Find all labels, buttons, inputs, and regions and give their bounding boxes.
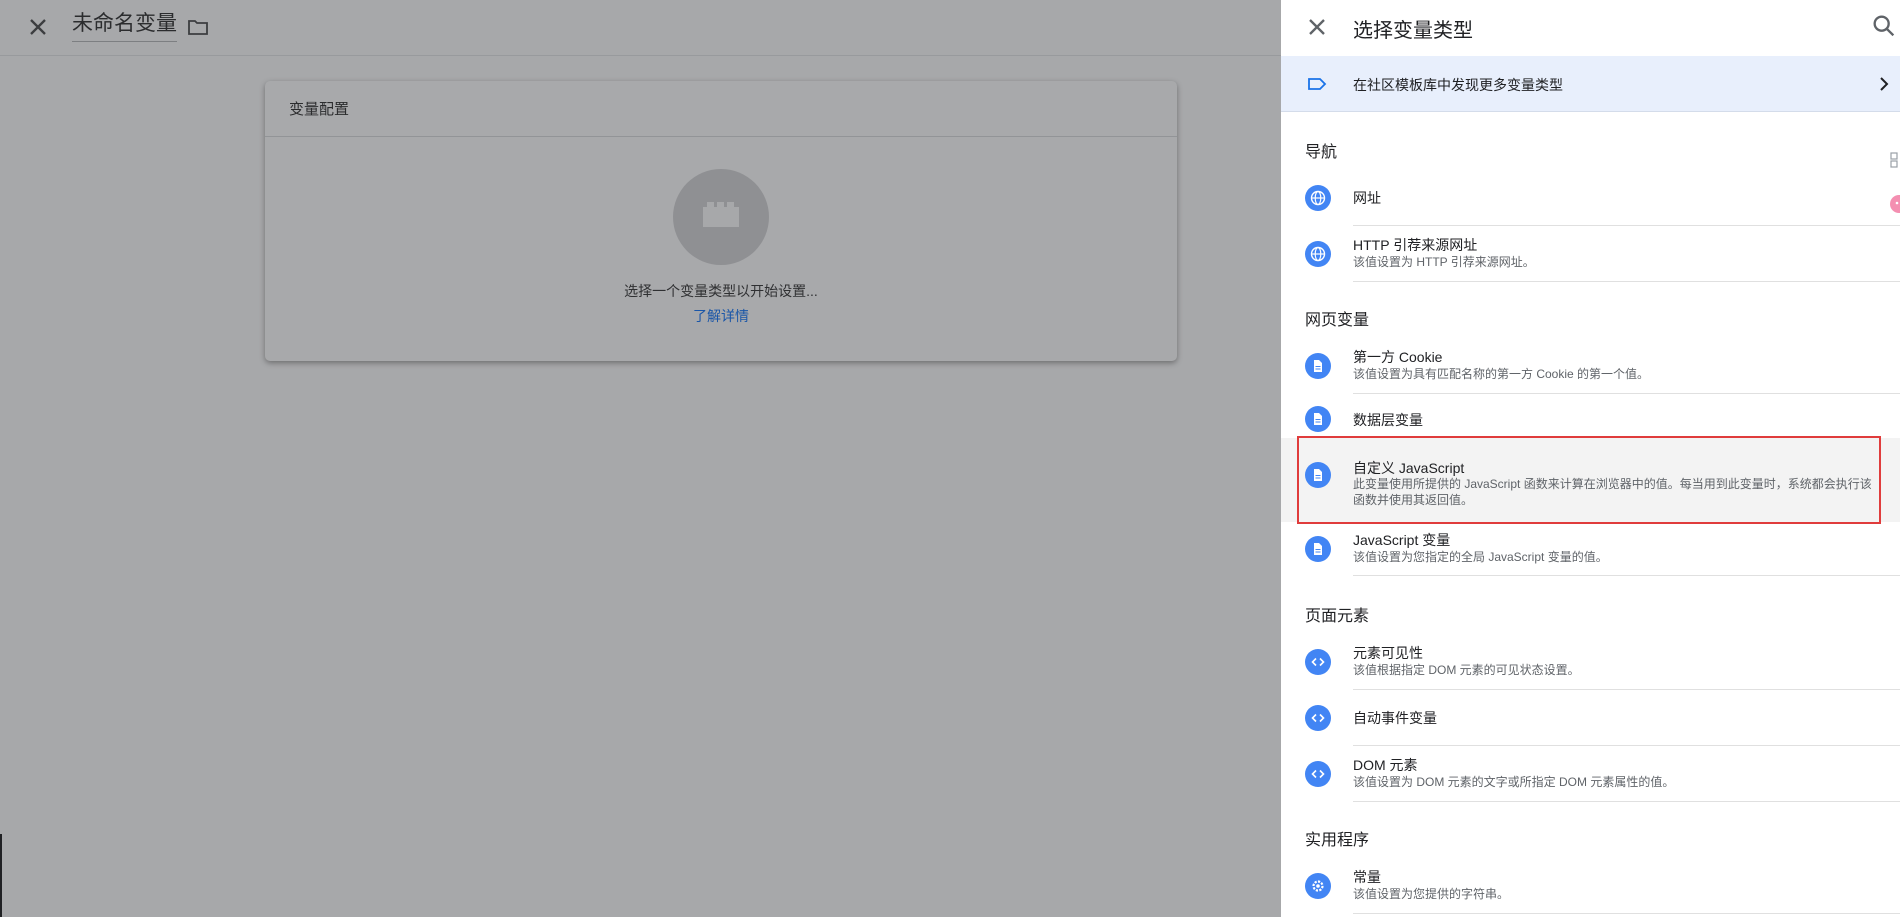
document-icon xyxy=(1305,353,1331,379)
folder-icon[interactable] xyxy=(186,15,210,39)
chevron-right-icon xyxy=(1880,77,1889,91)
type-item-title: DOM 元素 xyxy=(1353,757,1418,773)
code-icon xyxy=(1305,649,1331,675)
type-item-title: 数据层变量 xyxy=(1353,412,1423,428)
variable-name-field[interactable]: 未命名变量 xyxy=(72,11,177,42)
card-title: 变量配置 xyxy=(265,81,1177,137)
label-tag-icon xyxy=(1308,78,1327,90)
section-page-elements: 页面元素 xyxy=(1305,608,1370,625)
type-item-title: 自定义 JavaScript xyxy=(1353,460,1465,476)
type-item-title: JavaScript 变量 xyxy=(1353,532,1451,548)
qr-code-icon[interactable] xyxy=(1888,150,1900,170)
divider xyxy=(1353,913,1900,914)
type-item-desc: 该值设置为您指定的全局 JavaScript 变量的值。 xyxy=(1353,550,1608,564)
type-item-javascript-variable[interactable]: JavaScript 变量 该值设置为您指定的全局 JavaScript 变量的… xyxy=(1281,522,1900,576)
variable-editor-overlay[interactable]: 未命名变量 变量配置 选择一个变量类型以开始设置... 了解详情 xyxy=(0,0,1281,917)
section-page-variables: 网页变量 xyxy=(1305,312,1370,329)
type-item-desc: 该值设置为 HTTP 引荐来源网址。 xyxy=(1353,255,1535,269)
globe-icon xyxy=(1305,241,1331,267)
globe-icon xyxy=(1305,185,1331,211)
close-icon[interactable] xyxy=(24,13,52,41)
community-gallery-label: 在社区模板库中发现更多变量类型 xyxy=(1353,77,1563,93)
type-item-desc: 该值设置为您提供的字符串。 xyxy=(1353,887,1510,901)
type-item-url[interactable]: 网址 xyxy=(1281,170,1900,226)
divider xyxy=(1353,281,1900,282)
type-item-title: 网址 xyxy=(1353,190,1381,206)
type-item-custom-javascript[interactable]: 自定义 JavaScript 此变量使用所提供的 JavaScript 函数来计… xyxy=(1281,438,1900,522)
type-item-auto-event-variable[interactable]: 自动事件变量 xyxy=(1281,690,1900,746)
window-edge xyxy=(0,834,2,917)
code-icon xyxy=(1305,761,1331,787)
type-item-desc: 此变量使用所提供的 JavaScript 函数来计算在浏览器中的值。每当用到此变… xyxy=(1353,477,1872,507)
type-item-title: 自动事件变量 xyxy=(1353,710,1437,726)
variable-type-panel: 选择变量类型 在社区模板库中发现更多变量类型 导航 网址 HTTP 引荐来源网址… xyxy=(1281,0,1900,917)
panel-title: 选择变量类型 xyxy=(1353,20,1473,42)
type-item-title: HTTP 引荐来源网址 xyxy=(1353,237,1478,253)
gear-icon xyxy=(1305,873,1331,899)
type-item-desc: 该值根据指定 DOM 元素的可见状态设置。 xyxy=(1353,663,1580,677)
type-item-title: 元素可见性 xyxy=(1353,645,1423,661)
panel-header: 选择变量类型 xyxy=(1281,0,1900,56)
community-gallery-banner[interactable]: 在社区模板库中发现更多变量类型 xyxy=(1281,56,1900,112)
divider xyxy=(1353,575,1900,576)
type-item-title: 常量 xyxy=(1353,869,1381,885)
search-icon[interactable] xyxy=(1870,12,1898,40)
document-icon xyxy=(1305,462,1331,488)
editor-topbar: 未命名变量 xyxy=(0,0,1281,56)
document-icon xyxy=(1305,406,1331,432)
close-icon[interactable] xyxy=(1303,13,1331,41)
divider xyxy=(1353,801,1900,802)
type-item-data-layer-variable[interactable]: 数据层变量 xyxy=(1281,394,1900,436)
section-navigation: 导航 xyxy=(1305,144,1338,161)
learn-more-link[interactable]: 了解详情 xyxy=(265,306,1177,326)
assistant-bubble-icon[interactable] xyxy=(1886,194,1900,214)
code-icon xyxy=(1305,705,1331,731)
placeholder-badge[interactable] xyxy=(673,169,769,265)
brick-icon xyxy=(703,202,739,227)
variable-config-card[interactable]: 变量配置 选择一个变量类型以开始设置... 了解详情 xyxy=(265,81,1177,361)
type-item-first-party-cookie[interactable]: 第一方 Cookie 该值设置为具有匹配名称的第一方 Cookie 的第一个值。 xyxy=(1281,338,1900,394)
section-utilities: 实用程序 xyxy=(1305,832,1370,849)
type-item-desc: 该值设置为具有匹配名称的第一方 Cookie 的第一个值。 xyxy=(1353,367,1650,381)
type-item-constant[interactable]: 常量 该值设置为您提供的字符串。 xyxy=(1281,858,1900,914)
type-item-http-referrer[interactable]: HTTP 引荐来源网址 该值设置为 HTTP 引荐来源网址。 xyxy=(1281,226,1900,282)
type-item-desc: 该值设置为 DOM 元素的文字或所指定 DOM 元素属性的值。 xyxy=(1353,775,1675,789)
type-item-dom-element[interactable]: DOM 元素 该值设置为 DOM 元素的文字或所指定 DOM 元素属性的值。 xyxy=(1281,746,1900,802)
type-item-title: 第一方 Cookie xyxy=(1353,349,1443,365)
type-item-element-visibility[interactable]: 元素可见性 该值根据指定 DOM 元素的可见状态设置。 xyxy=(1281,634,1900,690)
document-icon xyxy=(1305,536,1331,562)
choose-type-hint: 选择一个变量类型以开始设置... xyxy=(624,283,818,299)
